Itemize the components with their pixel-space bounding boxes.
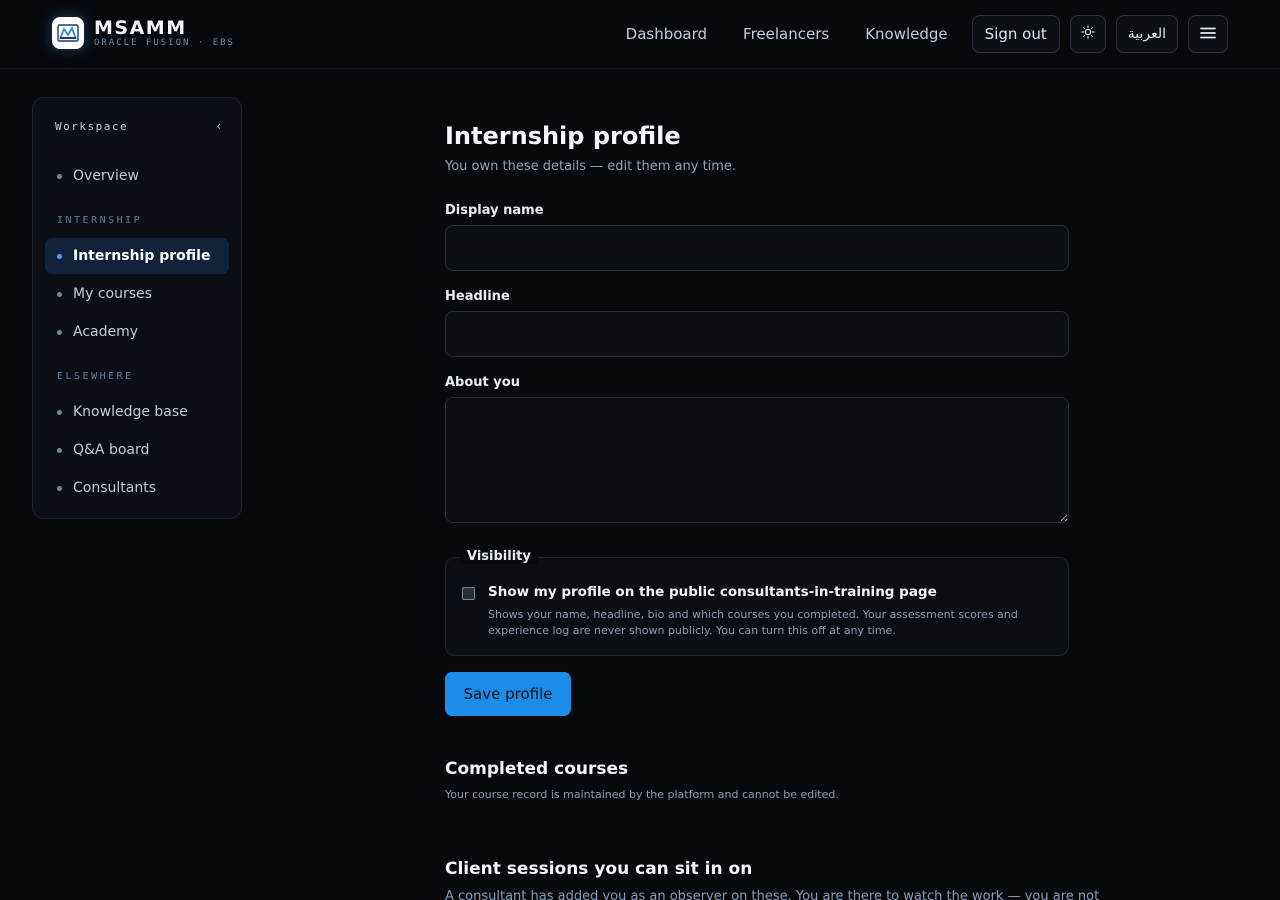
nav-link-dashboard[interactable]: Dashboard [626,15,707,53]
save-profile-button[interactable]: Save profile [445,672,571,716]
about-you-label: About you [445,375,520,390]
visibility-legend: Visibility [460,549,538,564]
top-navigation-bar: MSAMM ORACLE FUSION · EBS Dashboard Free… [0,0,1280,69]
bullet-dot-icon [57,329,62,335]
sun-icon [1080,25,1095,43]
sidebar-item-qa-board[interactable]: Q&A board [45,432,229,468]
primary-nav: Dashboard Freelancers Knowledge Sign out… [626,15,1228,53]
visibility-help-text: Shows your name, headline, bio and which… [488,608,1018,637]
sidebar-title: Workspace [55,119,129,133]
bullet-dot-icon [57,409,62,415]
bullet-dot-icon [57,447,62,453]
bullet-dot-icon [57,253,62,259]
sidebar-item-label: Q&A board [73,442,150,458]
sidebar-item-label: Overview [73,168,139,184]
brand-name: MSAMM [94,16,187,39]
sidebar-item-label: Consultants [73,480,156,496]
sidebar-item-academy[interactable]: Academy [45,314,229,350]
client-sessions-subtitle: A consultant has added you as an observe… [445,889,1100,900]
public-profile-checkbox[interactable] [462,587,475,600]
sidebar-section-elsewhere: ELSEWHERE [57,371,134,382]
sidebar-header: Workspace ‹ [55,118,221,134]
headline-input[interactable] [445,311,1069,357]
display-name-input[interactable] [445,225,1069,271]
sidebar-item-consultants[interactable]: Consultants [45,470,229,506]
language-switch-button[interactable]: العربية [1115,15,1178,53]
page-title: Internship profile [445,122,681,150]
hamburger-menu-icon [1200,25,1216,43]
completed-courses-heading: Completed courses [445,759,629,779]
bullet-dot-icon [57,173,62,179]
sidebar-section-internship: INTERNSHIP [57,215,143,226]
menu-button[interactable] [1188,15,1228,53]
bullet-dot-icon [57,485,62,491]
about-you-textarea[interactable] [445,397,1069,523]
sidebar-item-label: Knowledge base [73,404,188,420]
nav-link-freelancers[interactable]: Freelancers [743,15,829,53]
public-profile-checkbox-label[interactable]: Show my profile on the public consultant… [488,584,937,600]
brand-subtitle: ORACLE FUSION · EBS [94,37,235,48]
page-subtitle: You own these details — edit them any ti… [445,159,737,174]
brand-logo-icon [52,17,84,49]
headline-label: Headline [445,289,510,304]
workspace-sidebar: Workspace ‹ Overview INTERNSHIP Internsh… [32,97,242,519]
sidebar-item-internship-profile[interactable]: Internship profile [45,238,229,274]
sign-out-button[interactable]: Sign out [971,15,1060,53]
sidebar-item-label: Academy [73,324,139,340]
theme-toggle-button[interactable] [1069,15,1106,53]
bullet-dot-icon [57,291,62,297]
completed-courses-subtitle: Your course record is maintained by the … [445,788,839,801]
client-sessions-heading: Client sessions you can sit in on [445,859,753,879]
sidebar-item-my-courses[interactable]: My courses [45,276,229,312]
collapse-sidebar-icon[interactable]: ‹ [216,119,221,133]
nav-link-knowledge[interactable]: Knowledge [865,15,947,53]
visibility-fieldset: Visibility Show my profile on the public… [445,549,1069,656]
sidebar-item-overview[interactable]: Overview [45,158,229,194]
brand[interactable]: MSAMM ORACLE FUSION · EBS [52,17,235,49]
sidebar-item-label: Internship profile [73,248,211,264]
sidebar-item-label: My courses [73,286,152,302]
display-name-label: Display name [445,203,544,218]
sidebar-item-knowledge-base[interactable]: Knowledge base [45,394,229,430]
